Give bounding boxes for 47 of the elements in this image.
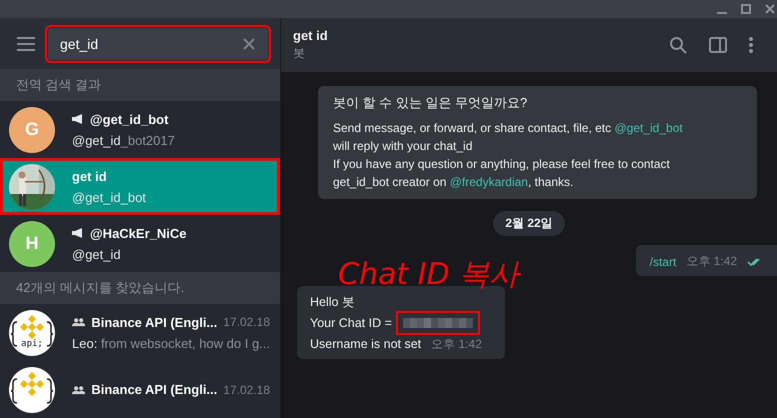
message-text: Username is not set bbox=[310, 336, 422, 353]
username-link[interactable]: @get_id_bot bbox=[614, 121, 683, 135]
logo-icon: api; bbox=[9, 310, 55, 356]
search-result[interactable]: H @HaCkEr_NiCe @get_id bbox=[0, 215, 280, 272]
message-date: 17.02.18 bbox=[223, 382, 270, 397]
result-name: @HaCkEr_NiCe bbox=[90, 226, 186, 241]
command-text[interactable]: /start bbox=[650, 254, 676, 268]
message-preview: Leo: from websocket, how do I g... bbox=[72, 336, 270, 351]
section-header: 42개의 메시지를 찾았습니다. bbox=[0, 272, 280, 304]
sidebar-icon[interactable] bbox=[709, 37, 727, 53]
message-date: 17.02.18 bbox=[223, 315, 270, 330]
message-text: Your Chat ID = bbox=[310, 315, 392, 332]
result-username: @get_id bbox=[72, 246, 122, 262]
menu-icon[interactable] bbox=[17, 36, 35, 51]
avatar: G bbox=[9, 106, 55, 153]
username-link[interactable]: @fredykardian bbox=[450, 175, 528, 189]
search-result[interactable]: G @get_id_bot @get_id_bot2017 bbox=[0, 101, 280, 158]
bot-info-text: will reply with your chat_id bbox=[333, 138, 474, 155]
result-name: get id bbox=[72, 168, 107, 184]
chat-name: Binance API (Engli... bbox=[91, 314, 218, 330]
avatar: H bbox=[9, 220, 55, 267]
search-result[interactable]: get id @get_id_bot bbox=[0, 158, 280, 216]
result-username: @get_id_bot2017 bbox=[72, 132, 176, 148]
result-username: @get_id_bot bbox=[72, 190, 147, 205]
chat-status: 봇 bbox=[293, 45, 306, 62]
chat-title: get id bbox=[293, 28, 329, 43]
search-field[interactable]: get_id bbox=[48, 28, 268, 60]
message-text: Hello 봇 bbox=[310, 294, 355, 311]
maximize-icon[interactable] bbox=[741, 4, 751, 14]
message-time: 오후 1:42 bbox=[686, 253, 737, 270]
result-name: @get_id_bot bbox=[90, 112, 168, 127]
annotation-text: Chat ID 복사 bbox=[338, 256, 520, 294]
section-header: 전역 검색 결과 bbox=[0, 69, 280, 102]
chat-name: Binance API (Engli... bbox=[91, 382, 218, 398]
bot-info-text: get_id_bot creator on @fredykardian, thanks. bbox=[333, 174, 574, 191]
bot-info-text: If you have any question or anything, please feel free to contact bbox=[333, 156, 671, 173]
bot-info-title: 봇이 할 수 있는 일은 무엇일까요? bbox=[333, 94, 528, 112]
more-icon[interactable] bbox=[749, 37, 753, 53]
close-icon[interactable] bbox=[765, 4, 775, 14]
message-time: 오후 1:42 bbox=[431, 336, 482, 353]
date-pill: 2월 22일 bbox=[493, 211, 565, 236]
clear-icon[interactable] bbox=[243, 38, 255, 50]
search-icon[interactable] bbox=[669, 36, 687, 54]
logo-icon bbox=[9, 366, 55, 413]
group-icon bbox=[72, 317, 86, 328]
bot-info-text: Send message, or forward, or share contact, file, etc @get_id_bot bbox=[333, 120, 684, 137]
group-icon bbox=[72, 384, 86, 395]
